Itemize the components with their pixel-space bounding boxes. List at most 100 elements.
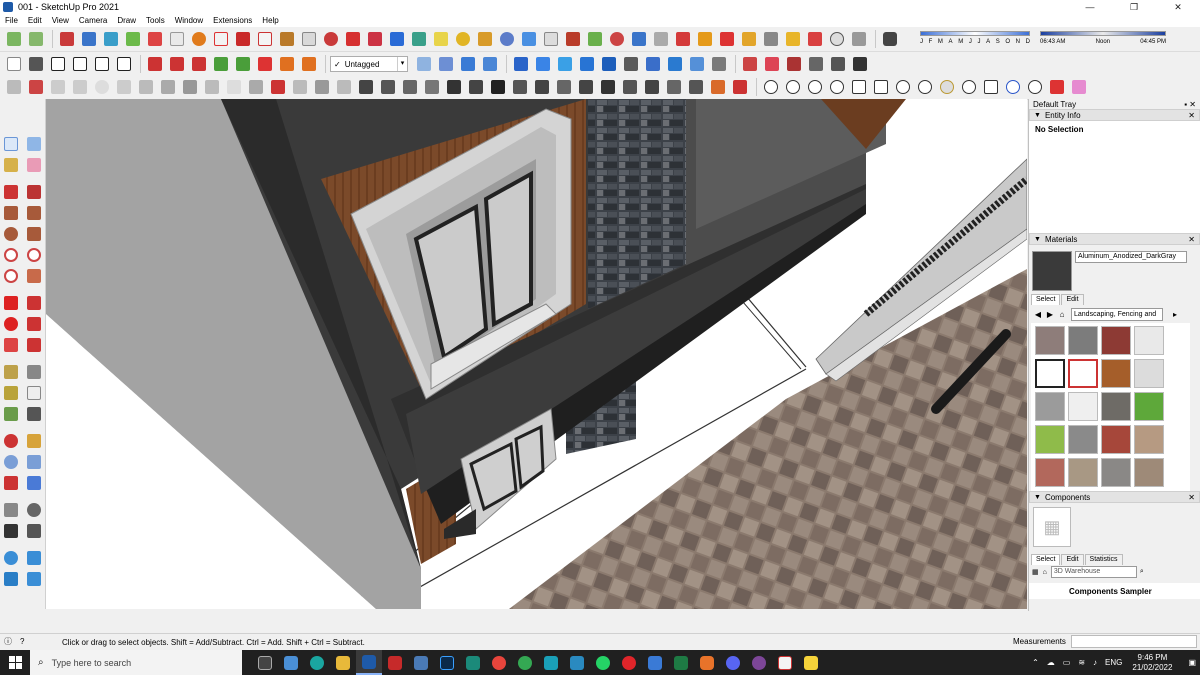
tape-measure-icon[interactable] bbox=[2, 362, 21, 381]
zoom-previous-icon[interactable] bbox=[24, 473, 43, 492]
shape-rounded-icon[interactable] bbox=[827, 78, 846, 97]
sketchup-task-icon[interactable] bbox=[356, 650, 382, 675]
tab-select[interactable]: Select bbox=[1031, 554, 1061, 565]
extension-manager-icon[interactable] bbox=[24, 548, 43, 567]
volume-icon[interactable]: ♪ bbox=[1093, 658, 1097, 667]
zoom-window-icon[interactable] bbox=[24, 452, 43, 471]
cleanup-icon[interactable] bbox=[686, 78, 705, 97]
text-icon[interactable] bbox=[24, 383, 43, 402]
open-icon[interactable] bbox=[26, 55, 45, 74]
array-icon[interactable] bbox=[532, 78, 551, 97]
rotate-icon[interactable] bbox=[2, 314, 21, 333]
material-thumb[interactable] bbox=[1134, 359, 1164, 388]
photoshop-icon[interactable] bbox=[434, 650, 460, 675]
component-icon[interactable] bbox=[26, 30, 45, 49]
select-arrow-icon[interactable] bbox=[2, 134, 21, 153]
walk-icon[interactable] bbox=[2, 521, 21, 540]
standard-view-right-icon[interactable] bbox=[123, 30, 142, 49]
add-location-icon[interactable] bbox=[849, 30, 868, 49]
wifi-icon[interactable]: ≋ bbox=[1078, 658, 1085, 667]
offset-icon[interactable] bbox=[202, 78, 221, 97]
material-thumb[interactable] bbox=[1101, 425, 1131, 454]
battery-icon[interactable]: ▭ bbox=[1063, 658, 1071, 667]
rotated-rectangle-icon[interactable] bbox=[24, 203, 43, 222]
push-pull-icon[interactable] bbox=[24, 293, 43, 312]
lathe-icon[interactable] bbox=[356, 78, 375, 97]
two-point-arc-icon[interactable] bbox=[24, 245, 43, 264]
push-pull-icon[interactable] bbox=[180, 78, 199, 97]
tape-measure-icon[interactable] bbox=[409, 30, 428, 49]
whatsapp-icon[interactable] bbox=[590, 650, 616, 675]
orbit-icon[interactable] bbox=[2, 431, 21, 450]
pencil-line-icon[interactable] bbox=[2, 182, 21, 201]
shape-oval-icon[interactable] bbox=[805, 78, 824, 97]
make-component-icon[interactable] bbox=[24, 134, 43, 153]
flatten-icon[interactable] bbox=[576, 78, 595, 97]
fog-icon[interactable] bbox=[599, 55, 618, 74]
section-plane-icon[interactable] bbox=[211, 30, 230, 49]
xray-icon[interactable] bbox=[414, 55, 433, 74]
freehand-icon[interactable] bbox=[24, 182, 43, 201]
loft-icon[interactable] bbox=[378, 78, 397, 97]
shape-eraser-icon[interactable] bbox=[1069, 78, 1088, 97]
pie-icon[interactable] bbox=[136, 78, 155, 97]
standard-view-iso-icon[interactable] bbox=[57, 30, 76, 49]
offset-icon[interactable] bbox=[24, 335, 43, 354]
scene-icon[interactable] bbox=[762, 55, 781, 74]
notification-icon[interactable]: ▣ bbox=[1188, 658, 1196, 667]
mirror-icon[interactable] bbox=[554, 78, 573, 97]
new-icon[interactable] bbox=[4, 55, 23, 74]
shape-ellipse-icon[interactable] bbox=[783, 78, 802, 97]
material-name-field[interactable]: Aluminum_Anodized_DarkGray bbox=[1075, 251, 1187, 263]
tab-select[interactable]: Select bbox=[1031, 294, 1061, 305]
material-thumb[interactable] bbox=[1134, 326, 1164, 355]
text-tool-icon[interactable] bbox=[475, 30, 494, 49]
solid-intersect-icon[interactable] bbox=[189, 55, 208, 74]
sketchup-make-icon[interactable] bbox=[564, 650, 590, 675]
menu-camera[interactable]: Camera bbox=[79, 16, 107, 25]
solid-split-icon[interactable] bbox=[233, 55, 252, 74]
standard-view-left-icon[interactable] bbox=[167, 30, 186, 49]
chamfer-icon[interactable] bbox=[299, 55, 318, 74]
freehand-icon[interactable] bbox=[26, 78, 45, 97]
taskbar-search[interactable]: ⌕ Type here to search bbox=[30, 650, 242, 675]
shape-wave-icon[interactable] bbox=[871, 78, 890, 97]
twist-icon[interactable] bbox=[444, 78, 463, 97]
shape-arrow-icon[interactable] bbox=[1047, 78, 1066, 97]
tor-icon[interactable] bbox=[746, 650, 772, 675]
extrude-icon[interactable] bbox=[466, 78, 485, 97]
file-explorer-icon[interactable] bbox=[330, 650, 356, 675]
restore-button[interactable]: ❐ bbox=[1112, 0, 1156, 14]
look-around-icon[interactable] bbox=[24, 500, 43, 519]
photo-match-icon[interactable] bbox=[740, 55, 759, 74]
components-header[interactable]: ▼ Components ✕ bbox=[1029, 491, 1200, 503]
look-around-icon[interactable] bbox=[563, 30, 582, 49]
discord-icon[interactable] bbox=[720, 650, 746, 675]
chrome-profile-icon[interactable] bbox=[512, 650, 538, 675]
warehouse-icon[interactable] bbox=[717, 30, 736, 49]
section-plane-icon[interactable] bbox=[24, 521, 43, 540]
material-thumb[interactable] bbox=[1134, 425, 1164, 454]
shape-circle-icon[interactable] bbox=[761, 78, 780, 97]
menu-help[interactable]: Help bbox=[262, 16, 278, 25]
tab-statistics[interactable]: Statistics bbox=[1084, 554, 1123, 565]
3d-warehouse-icon[interactable] bbox=[2, 548, 21, 567]
todo-icon[interactable] bbox=[642, 650, 668, 675]
shape-parallelogram-icon[interactable] bbox=[849, 78, 868, 97]
extension-warehouse-icon[interactable] bbox=[739, 30, 758, 49]
terrain-icon[interactable] bbox=[806, 55, 825, 74]
details-arrow-icon[interactable]: ▸ bbox=[1169, 310, 1181, 319]
trimble-icon[interactable] bbox=[805, 30, 824, 49]
drape-icon[interactable] bbox=[607, 30, 626, 49]
shape-spiral-icon[interactable] bbox=[937, 78, 956, 97]
chrome-icon[interactable] bbox=[486, 650, 512, 675]
join-curves-icon[interactable] bbox=[312, 78, 331, 97]
edge-icon[interactable] bbox=[304, 650, 330, 675]
standard-view-front-icon[interactable] bbox=[101, 30, 120, 49]
arc-3pt-icon[interactable] bbox=[158, 78, 177, 97]
shaded-textures-icon[interactable] bbox=[533, 55, 552, 74]
profile-icon[interactable] bbox=[621, 55, 640, 74]
material-thumb[interactable] bbox=[1101, 359, 1131, 388]
materials-header[interactable]: ▼ Materials ✕ bbox=[1029, 233, 1200, 245]
texture-tools-icon[interactable] bbox=[730, 78, 749, 97]
